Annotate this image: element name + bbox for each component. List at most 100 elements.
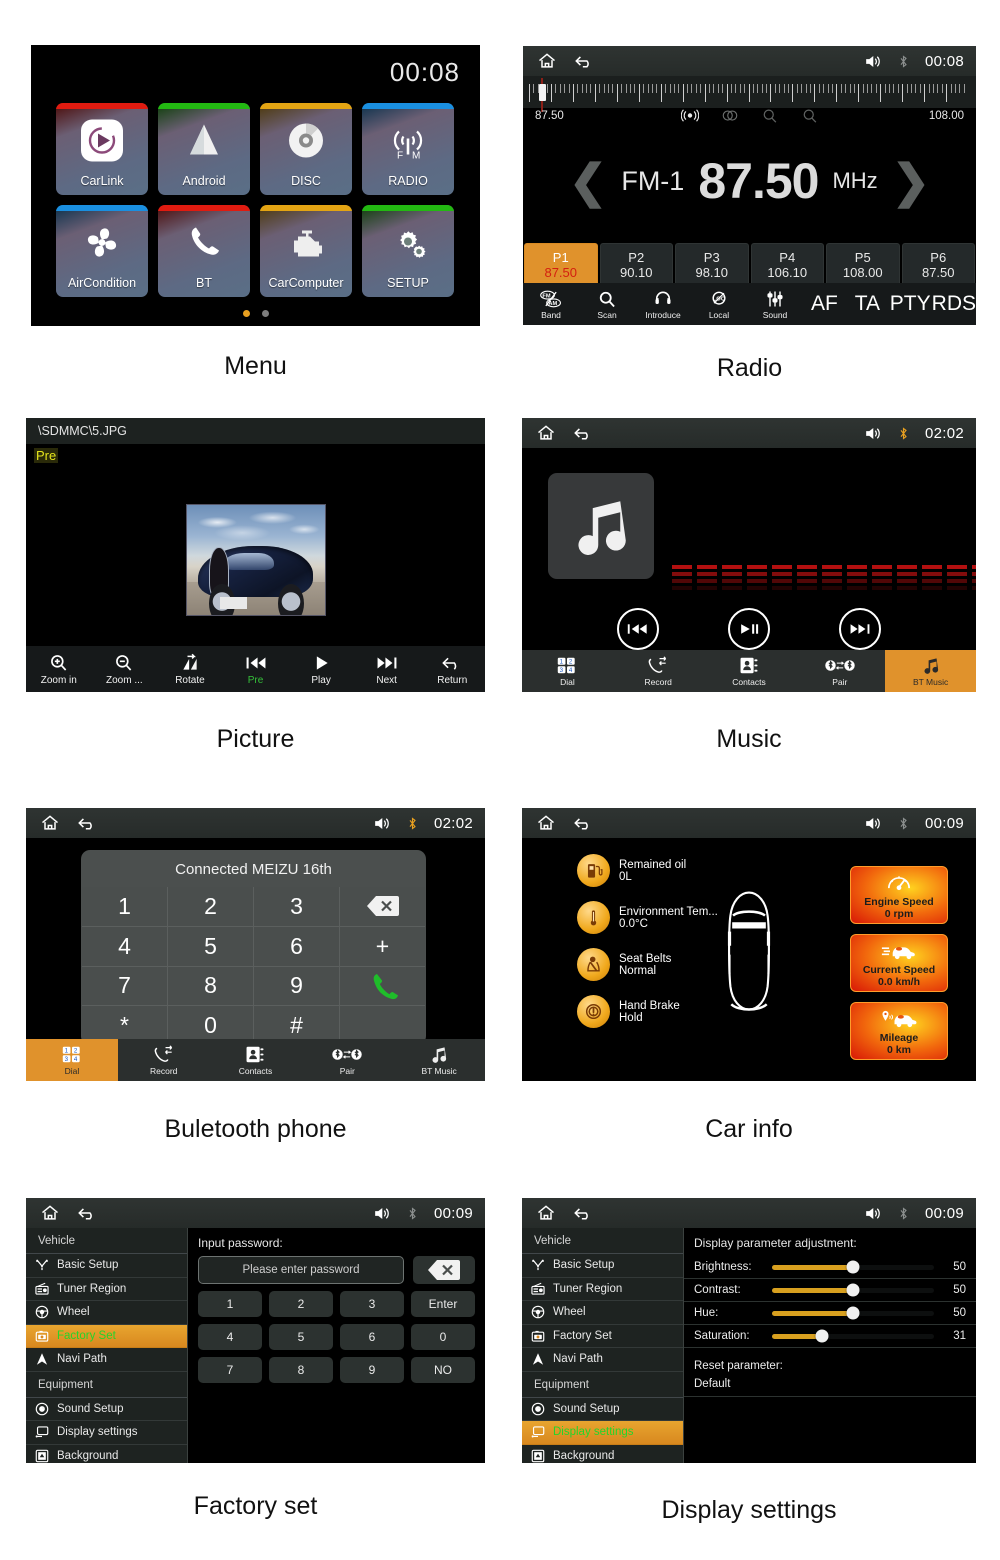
preset-button-p2[interactable]: P2 90.10 <box>599 243 673 286</box>
password-key-no[interactable]: NO <box>411 1357 475 1383</box>
preset-button-p3[interactable]: P3 98.10 <box>675 243 749 286</box>
sidebar-item-navi-path[interactable]: Navi Path <box>522 1348 683 1372</box>
sidebar-item-wheel[interactable]: Wheel <box>26 1301 187 1325</box>
home-icon[interactable] <box>536 1203 556 1223</box>
sidebar-item-sound-setup[interactable]: Sound Setup <box>26 1398 187 1421</box>
home-icon[interactable] <box>536 423 556 443</box>
sidebar-item-basic-setup[interactable]: Basic Setup <box>522 1254 683 1278</box>
radio-tool-scan[interactable]: Scan <box>579 289 635 320</box>
sidebar-item-tuner-region[interactable]: Tuner Region <box>522 1278 683 1301</box>
sidebar-item-display-settings[interactable]: Display settings <box>522 1421 683 1445</box>
bluetooth-icon[interactable] <box>405 1205 420 1222</box>
car-metric-currentspeed[interactable]: Current Speed 0.0 km/h <box>850 934 948 992</box>
bt-tab-btmusic[interactable]: BT Music <box>885 650 976 692</box>
back-arrow-icon[interactable] <box>76 813 99 833</box>
home-icon[interactable] <box>40 1203 60 1223</box>
password-key-8[interactable]: 8 <box>269 1357 333 1383</box>
sidebar-item-basic-setup[interactable]: Basic Setup <box>26 1254 187 1278</box>
volume-icon[interactable] <box>863 814 882 833</box>
fast-forward-button[interactable] <box>839 608 882 650</box>
dial-key-4[interactable]: 4 <box>82 926 167 966</box>
app-tile-aircondition[interactable]: AirCondition <box>56 205 148 297</box>
dial-key-5[interactable]: 5 <box>168 926 253 966</box>
dial-key-backspace[interactable] <box>340 887 425 926</box>
app-tile-setup[interactable]: SETUP <box>362 205 454 297</box>
home-icon[interactable] <box>40 813 60 833</box>
picture-tool-zoomin[interactable]: Zoom in <box>26 653 92 686</box>
car-metric-mileage[interactable]: Mileage 0 km <box>850 1002 948 1060</box>
dial-key-6[interactable]: 6 <box>254 926 339 966</box>
radio-tool-band[interactable]: FM AM Band <box>523 289 579 320</box>
scan-down-icon[interactable] <box>801 108 819 123</box>
password-key-5[interactable]: 5 <box>269 1324 333 1350</box>
app-tile-radio[interactable]: F M RADIO <box>362 103 454 195</box>
preset-button-p6[interactable]: P6 87.50 <box>901 243 975 286</box>
radio-tool-sound[interactable]: Sound <box>747 289 803 320</box>
password-key-2[interactable]: 2 <box>269 1291 333 1317</box>
bluetooth-icon[interactable] <box>896 1205 911 1222</box>
radio-tool-introduce[interactable]: Introduce <box>635 289 691 320</box>
bt-tab-btmusic[interactable]: BT Music <box>393 1039 485 1081</box>
page-dot[interactable] <box>242 310 250 317</box>
password-key-enter[interactable]: Enter <box>411 1291 475 1317</box>
password-input[interactable]: Please enter password <box>198 1256 404 1284</box>
password-key-6[interactable]: 6 <box>340 1324 404 1350</box>
play-pause-button[interactable] <box>727 608 770 650</box>
sidebar-item-background[interactable]: Background <box>26 1445 187 1464</box>
radio-tool-ta[interactable]: TA <box>846 292 889 316</box>
radio-tool-pty[interactable]: PTY <box>889 292 932 316</box>
slider-knob[interactable] <box>846 1306 860 1320</box>
reset-parameter-value[interactable]: Default <box>684 1376 976 1397</box>
dial-key-8[interactable]: 8 <box>168 966 253 1006</box>
slider-track[interactable] <box>772 1329 934 1343</box>
picture-tool-zoom[interactable]: Zoom ... <box>92 653 158 686</box>
back-arrow-icon[interactable] <box>573 51 596 71</box>
car-metric-enginespeed[interactable]: Engine Speed 0 rpm <box>850 866 948 924</box>
app-tile-android[interactable]: Android <box>158 103 250 195</box>
dial-key-2[interactable]: 2 <box>168 887 253 926</box>
dial-key-call[interactable] <box>340 966 425 1006</box>
password-key-7[interactable]: 7 <box>198 1357 262 1383</box>
bt-tab-pair[interactable]: Pair <box>301 1039 394 1081</box>
home-icon[interactable] <box>537 51 557 71</box>
slider-knob[interactable] <box>815 1329 829 1343</box>
sidebar-item-tuner-region[interactable]: Tuner Region <box>26 1278 187 1301</box>
password-key-4[interactable]: 4 <box>198 1324 262 1350</box>
tuner-scale[interactable] <box>523 76 976 112</box>
radio-tool-af[interactable]: AF <box>803 292 846 316</box>
slider-knob[interactable] <box>846 1283 860 1297</box>
volume-icon[interactable] <box>863 424 882 443</box>
sidebar-item-navi-path[interactable]: Navi Path <box>26 1348 187 1372</box>
sidebar-item-wheel[interactable]: Wheel <box>522 1301 683 1325</box>
preset-button-p1[interactable]: P1 87.50 <box>524 243 598 286</box>
bt-tab-pair[interactable]: Pair <box>794 650 886 692</box>
app-tile-disc[interactable]: DISC <box>260 103 352 195</box>
picture-tool-return[interactable]: Return <box>419 653 485 686</box>
bluetooth-icon[interactable] <box>896 425 911 442</box>
back-arrow-icon[interactable] <box>572 813 595 833</box>
slider-track[interactable] <box>772 1260 934 1274</box>
password-key-1[interactable]: 1 <box>198 1291 262 1317</box>
sidebar-item-sound-setup[interactable]: Sound Setup <box>522 1398 683 1421</box>
slider-track[interactable] <box>772 1283 934 1297</box>
slider-track[interactable] <box>772 1306 934 1320</box>
stereo-icon[interactable] <box>721 108 739 123</box>
radio-tool-rds[interactable]: RDS <box>932 292 976 316</box>
app-tile-carcomputer[interactable]: CarComputer <box>260 205 352 297</box>
dial-key-9[interactable]: 9 <box>254 966 339 1006</box>
bt-tab-contacts[interactable]: Contacts <box>703 650 795 692</box>
password-key-9[interactable]: 9 <box>340 1357 404 1383</box>
back-arrow-icon[interactable] <box>572 1203 595 1223</box>
preset-button-p5[interactable]: P5 108.00 <box>826 243 900 286</box>
preset-button-p4[interactable]: P4 106.10 <box>750 243 824 286</box>
bt-tab-dial[interactable]: 1 2 3 4 Dial <box>26 1039 118 1081</box>
settings-sidebar[interactable]: Vehicle Basic Setup Tuner Region Wheel Facto… <box>26 1228 188 1463</box>
chevron-right-icon[interactable]: ❯ <box>892 158 931 204</box>
bt-tab-contacts[interactable]: Contacts <box>209 1039 302 1081</box>
dial-key-7[interactable]: 7 <box>82 966 167 1006</box>
volume-icon[interactable] <box>372 1204 391 1223</box>
stereo-signal-icon[interactable] <box>680 108 699 123</box>
bluetooth-icon[interactable] <box>896 53 911 70</box>
bt-tab-dial[interactable]: 1 2 3 4 Dial <box>522 650 613 692</box>
volume-icon[interactable] <box>863 1204 882 1223</box>
